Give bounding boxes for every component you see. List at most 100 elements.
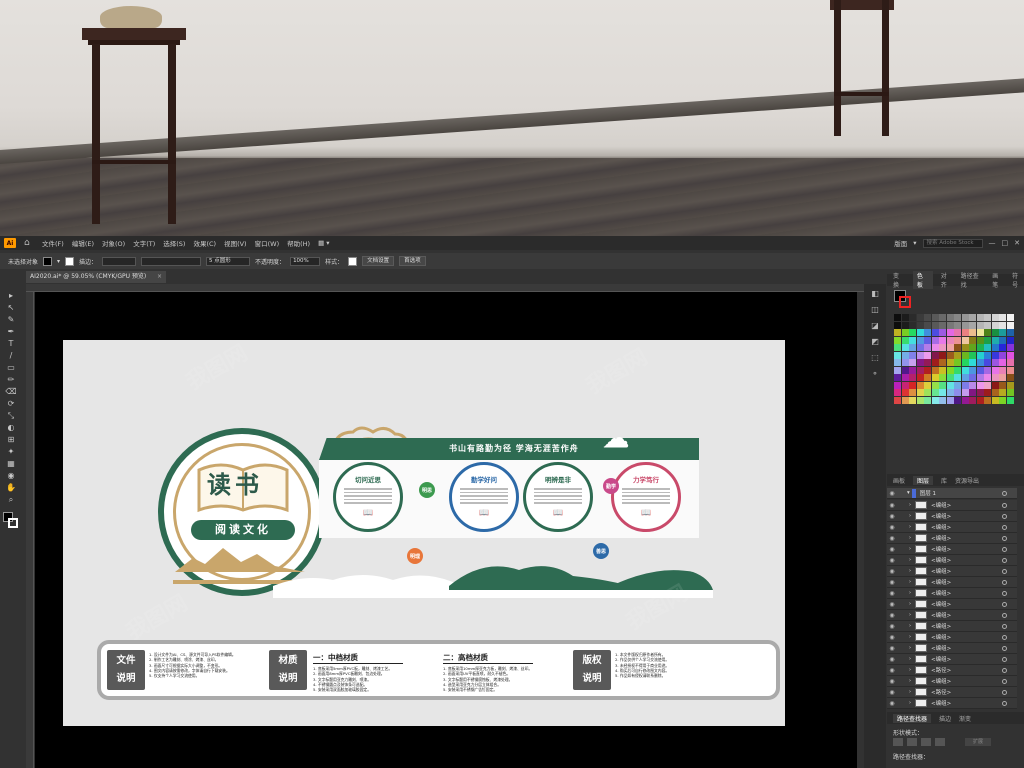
eye-icon[interactable]: ◉ bbox=[887, 490, 897, 497]
color-swatch[interactable] bbox=[954, 359, 961, 366]
fill-swatch[interactable] bbox=[43, 256, 53, 266]
color-swatch[interactable] bbox=[939, 366, 946, 374]
color-swatch[interactable] bbox=[999, 329, 1006, 336]
unite-button[interactable] bbox=[893, 738, 903, 746]
color-swatch[interactable] bbox=[991, 351, 999, 359]
tab-pathfinder-panel[interactable]: 路径查找器 bbox=[893, 713, 932, 723]
shape-builder-tool-icon[interactable]: ◐ bbox=[4, 422, 18, 433]
layer-row[interactable]: ◉ › <编组> bbox=[887, 610, 1017, 621]
target-icon[interactable] bbox=[1002, 568, 1007, 574]
color-swatch[interactable] bbox=[1006, 344, 1014, 351]
stock-search-input[interactable]: 搜索 Adobe Stock bbox=[922, 238, 983, 248]
color-swatch[interactable] bbox=[1006, 389, 1014, 396]
color-swatch[interactable] bbox=[999, 374, 1006, 381]
direct-select-tool-icon[interactable]: ↖ bbox=[4, 302, 18, 313]
maximize-button[interactable]: □ bbox=[1002, 239, 1009, 247]
color-swatch[interactable] bbox=[939, 321, 946, 329]
color-swatch[interactable] bbox=[961, 329, 969, 336]
color-swatch[interactable] bbox=[999, 336, 1006, 344]
color-swatch[interactable] bbox=[894, 374, 901, 381]
color-swatch[interactable] bbox=[939, 329, 946, 336]
color-swatch[interactable] bbox=[954, 321, 961, 329]
color-swatch[interactable] bbox=[954, 389, 961, 396]
chevron-right-icon[interactable]: › bbox=[909, 502, 911, 508]
tab-stroke[interactable]: 描边 bbox=[939, 714, 951, 723]
eye-icon[interactable]: ◉ bbox=[887, 700, 897, 707]
chevron-right-icon[interactable]: › bbox=[909, 645, 911, 651]
chevron-right-icon[interactable]: › bbox=[909, 557, 911, 563]
target-icon[interactable] bbox=[1002, 513, 1007, 519]
color-swatch[interactable] bbox=[909, 344, 916, 351]
color-swatch[interactable] bbox=[909, 351, 916, 359]
chevron-right-icon[interactable]: › bbox=[909, 568, 911, 574]
color-swatch[interactable] bbox=[909, 374, 916, 381]
color-swatch[interactable] bbox=[894, 329, 901, 336]
color-swatch[interactable] bbox=[939, 314, 946, 321]
color-swatch[interactable] bbox=[946, 314, 954, 321]
menu-help[interactable]: 帮助(H) bbox=[287, 238, 310, 248]
color-swatch[interactable] bbox=[969, 329, 976, 336]
layer-row[interactable]: ◉ › <路径> bbox=[887, 687, 1017, 698]
color-swatch[interactable] bbox=[969, 381, 976, 389]
color-swatch[interactable] bbox=[901, 366, 909, 374]
stroke-box[interactable] bbox=[8, 518, 18, 528]
menu-view[interactable]: 视图(V) bbox=[224, 238, 247, 248]
color-swatch[interactable] bbox=[931, 329, 939, 336]
color-swatch[interactable] bbox=[984, 351, 991, 359]
color-swatch[interactable] bbox=[916, 336, 924, 344]
eye-icon[interactable]: ◉ bbox=[887, 623, 897, 630]
color-swatch[interactable] bbox=[969, 374, 976, 381]
color-swatch[interactable] bbox=[901, 396, 909, 404]
color-swatch[interactable] bbox=[1006, 366, 1014, 374]
layer-row[interactable]: ◉ › <编组> bbox=[887, 654, 1017, 665]
target-icon[interactable] bbox=[1002, 546, 1007, 552]
color-swatch[interactable] bbox=[924, 329, 931, 336]
chevron-right-icon[interactable]: › bbox=[909, 623, 911, 629]
color-swatch[interactable] bbox=[931, 389, 939, 396]
eye-icon[interactable]: ◉ bbox=[887, 590, 897, 597]
exclude-button[interactable] bbox=[935, 738, 945, 746]
tab-artboards[interactable]: 画板 bbox=[893, 476, 905, 485]
target-icon[interactable] bbox=[1002, 689, 1007, 695]
layer-row[interactable]: ◉ › <编组> bbox=[887, 621, 1017, 632]
layer-row[interactable]: ◉ › <编组> bbox=[887, 566, 1017, 577]
color-swatch[interactable] bbox=[931, 314, 939, 321]
color-swatch[interactable] bbox=[991, 359, 999, 366]
color-swatch[interactable] bbox=[1006, 374, 1014, 381]
color-swatch[interactable] bbox=[894, 366, 901, 374]
color-swatch[interactable] bbox=[976, 336, 984, 344]
color-swatch[interactable] bbox=[954, 351, 961, 359]
target-icon[interactable] bbox=[1002, 678, 1007, 684]
layers-panel-icon[interactable]: ◫ bbox=[868, 304, 882, 316]
color-swatch[interactable] bbox=[894, 396, 901, 404]
chevron-right-icon[interactable]: › bbox=[909, 590, 911, 596]
color-swatch[interactable] bbox=[939, 351, 946, 359]
color-swatch[interactable] bbox=[939, 374, 946, 381]
color-swatch[interactable] bbox=[976, 389, 984, 396]
color-swatch[interactable] bbox=[909, 314, 916, 321]
color-swatch[interactable] bbox=[924, 351, 931, 359]
menu-select[interactable]: 选择(S) bbox=[163, 238, 185, 248]
color-swatch[interactable] bbox=[954, 336, 961, 344]
color-swatch[interactable] bbox=[1006, 321, 1014, 329]
chevron-right-icon[interactable]: › bbox=[909, 678, 911, 684]
color-swatch[interactable] bbox=[916, 351, 924, 359]
eye-icon[interactable]: ◉ bbox=[887, 535, 897, 542]
color-swatch[interactable] bbox=[946, 389, 954, 396]
color-swatch[interactable] bbox=[976, 381, 984, 389]
properties-panel-icon[interactable]: ◧ bbox=[868, 288, 882, 300]
color-swatch[interactable] bbox=[969, 389, 976, 396]
color-swatch[interactable] bbox=[939, 359, 946, 366]
minus-front-button[interactable] bbox=[907, 738, 917, 746]
pen-tool-icon[interactable]: ✎ bbox=[4, 314, 18, 325]
color-swatch[interactable] bbox=[894, 359, 901, 366]
chevron-right-icon[interactable]: › bbox=[909, 656, 911, 662]
color-swatch[interactable] bbox=[909, 359, 916, 366]
color-swatch[interactable] bbox=[961, 366, 969, 374]
stroke-width-field[interactable] bbox=[102, 256, 137, 266]
color-swatch[interactable] bbox=[916, 314, 924, 321]
variable-width-field[interactable] bbox=[141, 256, 202, 266]
expand-button[interactable]: 扩展 bbox=[965, 738, 991, 746]
stroke-swatch[interactable] bbox=[65, 256, 75, 266]
color-swatch[interactable] bbox=[946, 329, 954, 336]
